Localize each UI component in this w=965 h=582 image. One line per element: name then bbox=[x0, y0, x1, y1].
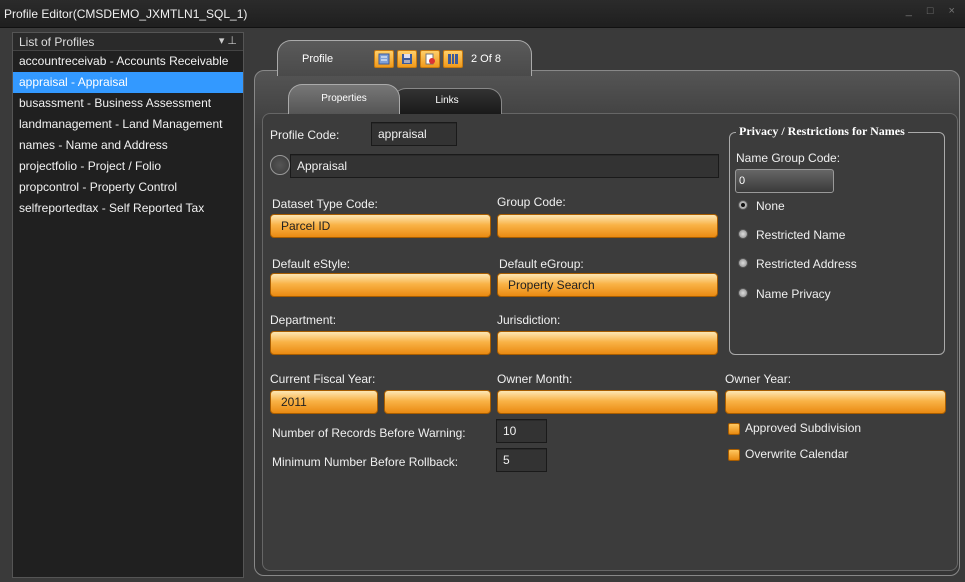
profile-status-icon bbox=[270, 155, 290, 175]
profile-code-label: Profile Code: bbox=[270, 128, 340, 142]
profile-description-input[interactable]: Appraisal bbox=[290, 154, 719, 178]
tab-profile-label: Profile bbox=[302, 53, 334, 65]
dataset-type-select[interactable]: Parcel ID bbox=[270, 214, 491, 238]
tab-properties[interactable]: Properties bbox=[288, 84, 400, 114]
profiles-panel: List of Profiles ▾ ⊥ accountreceivab - A… bbox=[12, 32, 244, 578]
fiscal-year-label: Current Fiscal Year: bbox=[270, 372, 376, 386]
profile-list-item[interactable]: busassment - Business Assessment bbox=[13, 93, 243, 114]
profile-list-item[interactable]: selfreportedtax - Self Reported Tax bbox=[13, 198, 243, 219]
profile-list-item[interactable]: appraisal - Appraisal bbox=[13, 72, 243, 93]
title-bar: Profile Editor(CMSDEMO_JXMTLN1_SQL_1) _ … bbox=[0, 0, 965, 28]
radio-restricted-name[interactable] bbox=[738, 229, 748, 239]
radio-restricted-name-label: Restricted Name bbox=[756, 228, 846, 242]
profile-list-item[interactable]: names - Name and Address bbox=[13, 135, 243, 156]
profiles-panel-title: List of Profiles bbox=[19, 35, 95, 49]
profile-list: accountreceivab - Accounts Receivable app… bbox=[13, 51, 243, 219]
profile-list-item[interactable]: landmanagement - Land Management bbox=[13, 114, 243, 135]
radio-name-privacy[interactable] bbox=[738, 288, 748, 298]
default-estyle-select[interactable] bbox=[270, 273, 491, 297]
tab-links[interactable]: Links bbox=[392, 88, 502, 114]
properties-icon[interactable] bbox=[374, 50, 394, 68]
group-code-label: Group Code: bbox=[497, 195, 566, 209]
records-warning-input[interactable]: 10 bbox=[496, 419, 547, 443]
approved-subdivision-checkbox[interactable] bbox=[728, 423, 740, 435]
profile-list-item[interactable]: propcontrol - Property Control bbox=[13, 177, 243, 198]
profile-code-input[interactable]: appraisal bbox=[371, 122, 457, 146]
owner-year-label: Owner Year: bbox=[725, 372, 792, 386]
department-label: Department: bbox=[270, 313, 337, 327]
window-title: Profile Editor(CMSDEMO_JXMTLN1_SQL_1) bbox=[4, 7, 248, 21]
privacy-group: Privacy / Restrictions for Names bbox=[729, 124, 945, 355]
owner-month-label: Owner Month: bbox=[497, 372, 573, 386]
delete-icon[interactable] bbox=[420, 50, 440, 68]
save-icon[interactable] bbox=[397, 50, 417, 68]
radio-restricted-address-label: Restricted Address bbox=[756, 257, 857, 271]
profile-toolbar bbox=[374, 50, 463, 68]
fiscal-year-select[interactable]: 2011 bbox=[270, 390, 378, 414]
approved-subdivision-label: Approved Subdivision bbox=[745, 421, 862, 435]
records-warning-label: Number of Records Before Warning: bbox=[272, 426, 466, 440]
radio-name-privacy-label: Name Privacy bbox=[756, 287, 831, 301]
group-code-select[interactable] bbox=[497, 214, 718, 238]
min-rollback-label: Minimum Number Before Rollback: bbox=[272, 455, 459, 469]
department-select[interactable] bbox=[270, 331, 491, 355]
dataset-type-label: Dataset Type Code: bbox=[272, 197, 378, 211]
name-group-code-label: Name Group Code: bbox=[736, 151, 841, 165]
owner-year-select[interactable] bbox=[725, 390, 946, 414]
window-controls[interactable]: _ □ × bbox=[906, 5, 961, 17]
jurisdiction-label: Jurisdiction: bbox=[497, 313, 561, 327]
owner-month-select[interactable] bbox=[497, 390, 718, 414]
tab-profile[interactable]: Profile 2 Of 8 bbox=[277, 40, 532, 76]
record-counter: 2 Of 8 bbox=[471, 53, 501, 65]
name-group-code-input[interactable]: 0 bbox=[735, 169, 834, 193]
profile-list-item[interactable]: accountreceivab - Accounts Receivable bbox=[13, 51, 243, 72]
default-estyle-label: Default eStyle: bbox=[272, 257, 351, 271]
profiles-panel-header: List of Profiles ▾ ⊥ bbox=[13, 33, 243, 51]
privacy-group-title: Privacy / Restrictions for Names bbox=[736, 124, 908, 139]
radio-none[interactable] bbox=[738, 200, 748, 210]
min-rollback-input[interactable]: 5 bbox=[496, 448, 547, 472]
radio-restricted-address[interactable] bbox=[738, 258, 748, 268]
default-egroup-select[interactable]: Property Search bbox=[497, 273, 718, 297]
radio-none-label: None bbox=[756, 199, 785, 213]
profile-list-item[interactable]: projectfolio - Project / Folio bbox=[13, 156, 243, 177]
fiscal-year-period-select[interactable] bbox=[384, 390, 491, 414]
columns-icon[interactable] bbox=[443, 50, 463, 68]
overwrite-calendar-checkbox[interactable] bbox=[728, 449, 740, 461]
panel-pin-icon[interactable]: ▾ ⊥ bbox=[219, 34, 237, 47]
default-egroup-label: Default eGroup: bbox=[499, 257, 584, 271]
jurisdiction-select[interactable] bbox=[497, 331, 718, 355]
overwrite-calendar-label: Overwrite Calendar bbox=[745, 447, 849, 461]
